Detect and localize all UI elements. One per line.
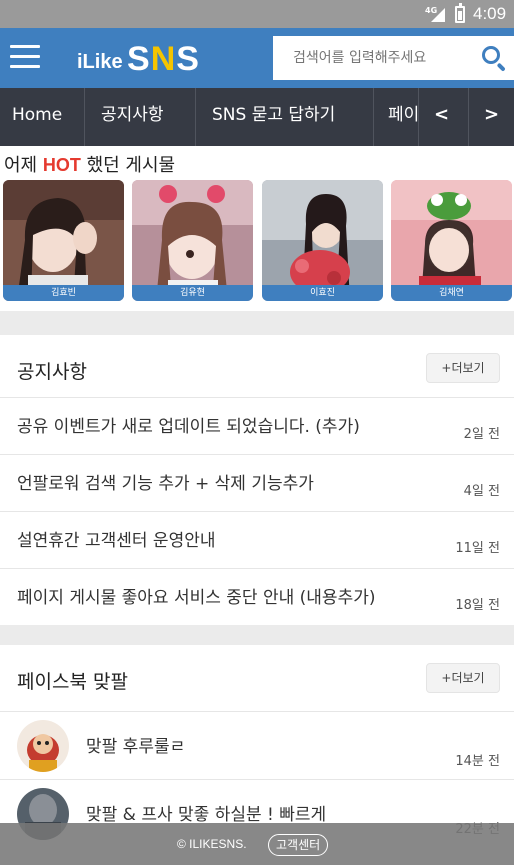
photo-image: [391, 180, 512, 301]
notice-item[interactable]: 공유 이벤트가 새로 업데이트 되었습니다. (추가) 2일 전: [0, 397, 514, 454]
notice-item-title: 설연휴간 고객센터 운영안내: [17, 531, 216, 551]
hot-post-thumbnail[interactable]: 이효진: [262, 180, 383, 301]
hot-posts-section: 어제 HOT 했던 게시물 김효빈 김유현 이효진 김채연: [0, 146, 514, 311]
facebook-item-title: 맞팔 후루룰ㄹ: [86, 737, 186, 757]
search-icon[interactable]: [480, 44, 508, 72]
signal-icon: [431, 8, 445, 22]
tab-home[interactable]: Home: [0, 88, 85, 146]
photo-image: [132, 180, 253, 301]
hamburger-menu-icon[interactable]: [10, 45, 40, 69]
clock: 4:09: [473, 4, 507, 23]
logo-prefix: iLike: [77, 51, 123, 73]
tab-facebook[interactable]: 페이스북: [374, 88, 418, 146]
notice-item-title: 언팔로워 검색 기능 추가 + 삭제 기능추가: [17, 474, 314, 494]
hot-posts-title: 어제 HOT 했던 게시물: [4, 155, 176, 176]
app-header: iLike SNS: [0, 28, 514, 88]
hot-post-name: 김효빈: [3, 285, 124, 301]
top-nav: Home 공지사항 SNS 묻고 답하기 페이스북 < >: [0, 88, 514, 146]
notice-item-date: 18일 전: [455, 598, 500, 613]
notice-item-date: 11일 전: [455, 541, 500, 556]
hot-post-name: 김채연: [391, 285, 512, 301]
notice-item[interactable]: 설연휴간 고객센터 운영안내 11일 전: [0, 511, 514, 568]
hot-post-name: 이효진: [262, 285, 383, 301]
facebook-item[interactable]: 맞팔 후루룰ㄹ 14분 전: [0, 711, 514, 779]
photo-image: [3, 180, 124, 301]
notice-more-button[interactable]: +더보기: [426, 353, 500, 383]
tab-notice[interactable]: 공지사항: [85, 88, 196, 146]
battery-icon: [455, 3, 465, 23]
hot-post-thumbnail[interactable]: 김채연: [391, 180, 512, 301]
facebook-more-button[interactable]: +더보기: [426, 663, 500, 693]
tab-sns-qna[interactable]: SNS 묻고 답하기: [196, 88, 374, 146]
footer: © ILIKESNS. 고객센터: [0, 823, 514, 865]
logo[interactable]: iLike SNS: [77, 40, 200, 79]
nav-next-button[interactable]: >: [468, 88, 514, 146]
status-bar: 4G 4:09: [0, 0, 514, 28]
notice-section: 공지사항 +더보기 공유 이벤트가 새로 업데이트 되었습니다. (추가) 2일…: [0, 335, 514, 625]
nav-prev-button[interactable]: <: [418, 88, 464, 146]
hot-post-name: 김유현: [132, 285, 253, 301]
notice-item-title: 페이지 게시물 좋아요 서비스 중단 안내 (내용추가): [17, 588, 376, 608]
search-input[interactable]: [273, 36, 473, 80]
logo-sns: SNS: [127, 40, 200, 78]
notice-item-date: 4일 전: [463, 484, 500, 499]
copyright-text: © ILIKESNS.: [177, 837, 247, 851]
notice-item[interactable]: 언팔로워 검색 기능 추가 + 삭제 기능추가 4일 전: [0, 454, 514, 511]
facebook-item-date: 14분 전: [455, 754, 500, 769]
notice-item-date: 2일 전: [463, 427, 500, 442]
search-box: [273, 36, 514, 80]
notice-item[interactable]: 페이지 게시물 좋아요 서비스 중단 안내 (내용추가) 18일 전: [0, 568, 514, 625]
notice-section-title: 공지사항: [17, 361, 87, 383]
customer-center-button[interactable]: 고객센터: [268, 834, 329, 856]
avatar: [17, 720, 69, 772]
hot-post-thumbnail[interactable]: 김유현: [132, 180, 253, 301]
photo-image: [262, 180, 383, 301]
facebook-section-title: 페이스북 맞팔: [17, 671, 128, 693]
hot-post-thumbnail[interactable]: 김효빈: [3, 180, 124, 301]
notice-item-title: 공유 이벤트가 새로 업데이트 되었습니다. (추가): [17, 417, 360, 437]
facebook-item-title: 맞팔 & 프사 맞좋 하실분 ! 빠르게: [86, 805, 327, 825]
